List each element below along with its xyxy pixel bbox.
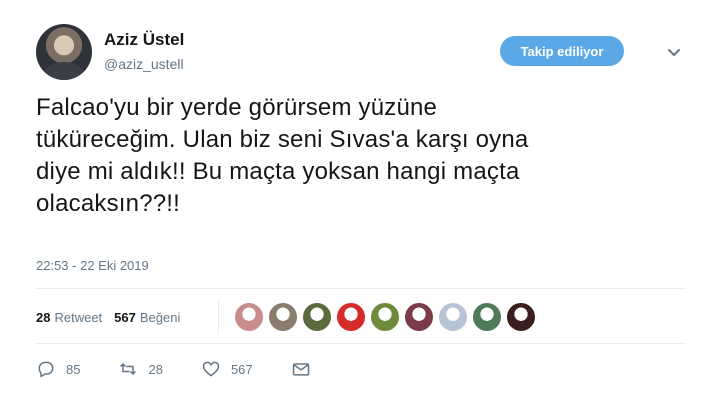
liker-avatar[interactable] — [268, 302, 298, 332]
stats-separator — [218, 300, 219, 334]
liker-avatars — [234, 302, 540, 332]
retweet-stat[interactable]: 28 Retweet — [36, 310, 102, 325]
liker-avatar[interactable] — [506, 302, 536, 332]
retweet-icon — [120, 362, 137, 376]
tweet-line: olacaksın??!! — [36, 190, 181, 217]
retweet-count: 28 — [36, 309, 51, 325]
tweet-timestamp[interactable]: 22:53 - 22 Eki 2019 — [36, 258, 149, 273]
reply-icon — [38, 361, 54, 378]
user-avatar[interactable] — [36, 24, 92, 80]
tweet-line: diye mi aldık!! Bu maçta yoksan hangi ma… — [36, 158, 520, 185]
like-count: 567 — [114, 309, 136, 325]
liker-avatar[interactable] — [438, 302, 468, 332]
like-label: Beğeni — [139, 309, 181, 325]
retweet-action[interactable]: 28 — [118, 359, 163, 379]
tweet-text: Falcao'yu bir yerde görürsem yüzüne tükü… — [36, 92, 676, 220]
heart-icon — [202, 361, 220, 377]
tweet-actions: 85 28 567 — [36, 356, 349, 382]
liker-avatar[interactable] — [370, 302, 400, 332]
reply-action[interactable]: 85 — [36, 359, 80, 379]
chevron-down-icon[interactable] — [665, 43, 683, 61]
retweet-label: Retweet — [54, 309, 103, 325]
liker-avatar[interactable] — [302, 302, 332, 332]
liker-avatar[interactable] — [404, 302, 434, 332]
divider — [36, 343, 686, 344]
following-button[interactable]: Takip ediliyor — [500, 36, 624, 66]
tweet-line: Falcao'yu bir yerde görürsem yüzüne — [36, 94, 438, 121]
direct-message-action[interactable] — [291, 359, 311, 379]
like-stat[interactable]: 567 Beğeni — [114, 310, 180, 325]
divider — [36, 288, 686, 289]
liker-avatar[interactable] — [472, 302, 502, 332]
user-handle[interactable]: @aziz_ustell — [104, 56, 184, 72]
tweet-header: Aziz Üstel @aziz_ustell Takip ediliyor — [36, 24, 696, 84]
user-display-name[interactable]: Aziz Üstel — [104, 30, 184, 50]
envelope-icon — [292, 363, 309, 376]
reply-count: 85 — [66, 361, 81, 377]
liker-avatar[interactable] — [234, 302, 264, 332]
like-action[interactable]: 567 — [201, 359, 253, 379]
liker-avatar[interactable] — [336, 302, 366, 332]
tweet-line: tükürece­ğim. Ulan biz seni Sıvas'a karş… — [36, 126, 529, 153]
engagement-stats: 28 Retweet 567 Beğeni — [36, 299, 192, 335]
retweet-action-count: 28 — [148, 361, 163, 377]
like-action-count: 567 — [230, 361, 253, 377]
